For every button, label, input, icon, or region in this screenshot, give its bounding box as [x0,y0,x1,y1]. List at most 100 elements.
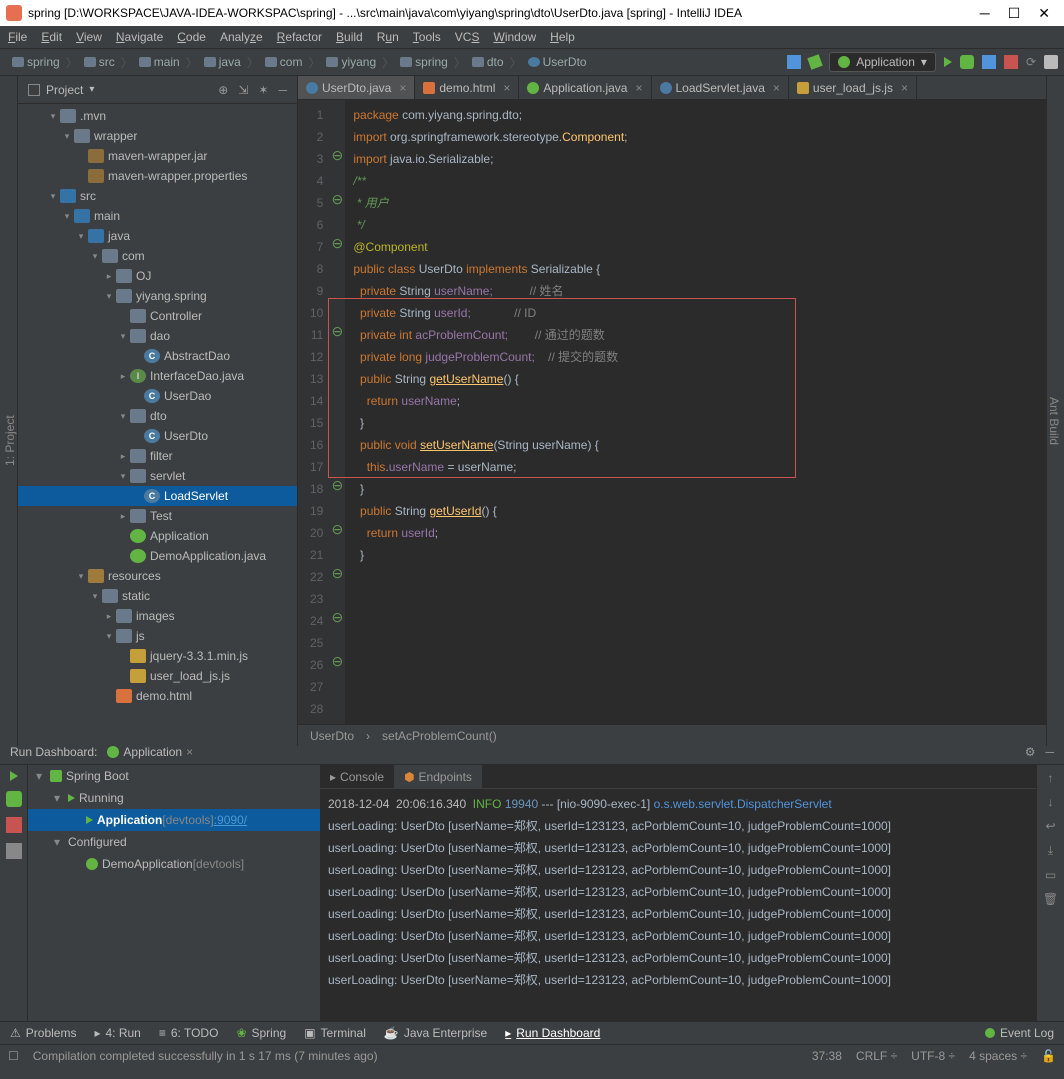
debug-button[interactable] [6,791,22,807]
tree-node-com[interactable]: ▾com [18,246,297,266]
tree-node-images[interactable]: ▸images [18,606,297,626]
maximize-button[interactable]: ☐ [1008,5,1021,22]
clear-icon[interactable]: 🗑 [1043,892,1058,906]
tab-user_load_js.js[interactable]: user_load_js.js× [789,76,917,99]
tree-node-abstractdao[interactable]: CAbstractDao [18,346,297,366]
tree-node-dao[interactable]: ▾dao [18,326,297,346]
menu-navigate[interactable]: Navigate [116,30,163,44]
close-tab-icon[interactable]: × [503,81,510,95]
vcs-icon[interactable]: ⟳ [1026,55,1036,69]
breadcrumb-class[interactable]: UserDto [310,729,354,743]
run-dashboard-tool[interactable]: ▸ Run Dashboard [505,1026,600,1040]
readonly-icon[interactable]: 🔓 [1041,1049,1056,1063]
tree-node-servlet[interactable]: ▾servlet [18,466,297,486]
tree-node-demoapplication-java[interactable]: DemoApplication.java [18,546,297,566]
tree-node-controller[interactable]: Controller [18,306,297,326]
tree-node-main[interactable]: ▾main [18,206,297,226]
run-button[interactable] [944,57,952,67]
menu-window[interactable]: Window [493,30,536,44]
wrap-icon[interactable]: ↩ [1045,819,1055,833]
coverage-button[interactable] [982,55,996,69]
tree-node-demo-html[interactable]: demo.html [18,686,297,706]
dash-node-application[interactable]: Application [devtools] :9090/ [28,809,320,831]
menu-build[interactable]: Build [336,30,363,44]
close-tab-icon[interactable]: × [635,81,642,95]
stop-button[interactable] [6,817,22,833]
indent[interactable]: 4 spaces ÷ [969,1049,1027,1063]
filter-icon[interactable] [6,843,22,859]
breadcrumb-dto[interactable]: dto [466,55,510,69]
file-encoding[interactable]: UTF-8 ÷ [911,1049,955,1063]
close-tab-icon[interactable]: × [773,81,780,95]
tree-node-js[interactable]: ▾js [18,626,297,646]
tree-node-src[interactable]: ▾src [18,186,297,206]
menu-run[interactable]: Run [377,30,399,44]
code-editor[interactable]: 1234567891011121314151617181920212223242… [298,100,1046,724]
collapse-icon[interactable]: ✶ [258,83,268,97]
tree-node-yiyang-spring[interactable]: ▾yiyang.spring [18,286,297,306]
tab-Application.java[interactable]: Application.java× [519,76,651,99]
caret-position[interactable]: 37:38 [812,1049,842,1063]
down-icon[interactable]: ↓ [1048,795,1054,809]
breadcrumb-spring[interactable]: spring [6,55,66,69]
tree-node-dto[interactable]: ▾dto [18,406,297,426]
tree-node-interfacedao-java[interactable]: ▸IInterfaceDao.java [18,366,297,386]
menu-edit[interactable]: Edit [41,30,62,44]
tree-node-user-load-js-js[interactable]: user_load_js.js [18,666,297,686]
search-everywhere-icon[interactable] [1044,55,1058,69]
spring-tool[interactable]: ❀ Spring [236,1026,286,1040]
console-tab[interactable]: ▸ Console [320,765,394,788]
tree-node-userdao[interactable]: CUserDao [18,386,297,406]
minimize-button[interactable]: ─ [980,5,990,22]
breadcrumb-java[interactable]: java [198,55,247,69]
menu-analyze[interactable]: Analyze [220,30,263,44]
todo-tool[interactable]: ≡ 6: TODO [159,1026,219,1040]
close-tab-icon[interactable]: × [901,81,908,95]
menu-vcs[interactable]: VCS [455,30,480,44]
run-config-selector[interactable]: Application ▾ [829,52,936,72]
project-tree[interactable]: ▾.mvn▾wrappermaven-wrapper.jarmaven-wrap… [18,104,297,746]
tree-node-wrapper[interactable]: ▾wrapper [18,126,297,146]
stop-button[interactable] [1004,55,1018,69]
settings-icon[interactable]: ⚙ [1025,745,1036,759]
menu-tools[interactable]: Tools [413,30,441,44]
status-icon[interactable]: ☐ [8,1049,19,1063]
debug-button[interactable] [960,55,974,69]
console-log[interactable]: 2018-12-04 20:06:16.340 INFO 19940 --- [… [320,789,1036,1021]
menu-code[interactable]: Code [177,30,206,44]
close-button[interactable]: ✕ [1038,5,1050,22]
menu-refactor[interactable]: Refactor [277,30,322,44]
tree-node-application[interactable]: Application [18,526,297,546]
problems-tool[interactable]: ⚠ Problems [10,1026,76,1040]
run-dashboard-tab[interactable]: Application × [107,745,193,759]
tree-node-java[interactable]: ▾java [18,226,297,246]
build-icon[interactable] [807,54,822,69]
breadcrumb-com[interactable]: com [259,55,309,69]
java-ee-tool[interactable]: ☕ Java Enterprise [384,1026,487,1040]
code-lines[interactable]: package com.yiyang.spring.dto;import org… [345,100,627,724]
nav-icon[interactable] [787,55,801,69]
tree-node-static[interactable]: ▾static [18,586,297,606]
breadcrumb-UserDto[interactable]: UserDto [522,55,593,69]
tree-node-maven-wrapper-properties[interactable]: maven-wrapper.properties [18,166,297,186]
locate-icon[interactable]: ⊕ [218,83,228,97]
tree-node-test[interactable]: ▸Test [18,506,297,526]
expand-icon[interactable]: ⇲ [238,83,248,97]
breadcrumb-method[interactable]: setAcProblemCount() [382,729,497,743]
dash-node-configured[interactable]: ▾Configured [28,831,320,853]
dash-node-spring boot[interactable]: ▾Spring Boot [28,765,320,787]
breadcrumb-spring[interactable]: spring [394,55,454,69]
terminal-tool[interactable]: ▣ Terminal [304,1026,366,1040]
breadcrumb-main[interactable]: main [133,55,186,69]
menu-file[interactable]: File [8,30,27,44]
event-log-tool[interactable]: Event Log [985,1026,1054,1040]
line-separator[interactable]: CRLF ÷ [856,1049,897,1063]
stripe-project[interactable]: 1: Project [3,136,17,746]
hide-icon[interactable]: ─ [1045,745,1054,759]
run-tool[interactable]: ▸ 4: Run [94,1026,140,1040]
run-dashboard-tree[interactable]: ▾Spring Boot▾RunningApplication [devtool… [28,765,320,1021]
close-tab-icon[interactable]: × [186,745,193,759]
tree-node-jquery-3-3-1-min-js[interactable]: jquery-3.3.1.min.js [18,646,297,666]
tab-UserDto.java[interactable]: UserDto.java× [298,76,415,99]
tree-node-oj[interactable]: ▸OJ [18,266,297,286]
